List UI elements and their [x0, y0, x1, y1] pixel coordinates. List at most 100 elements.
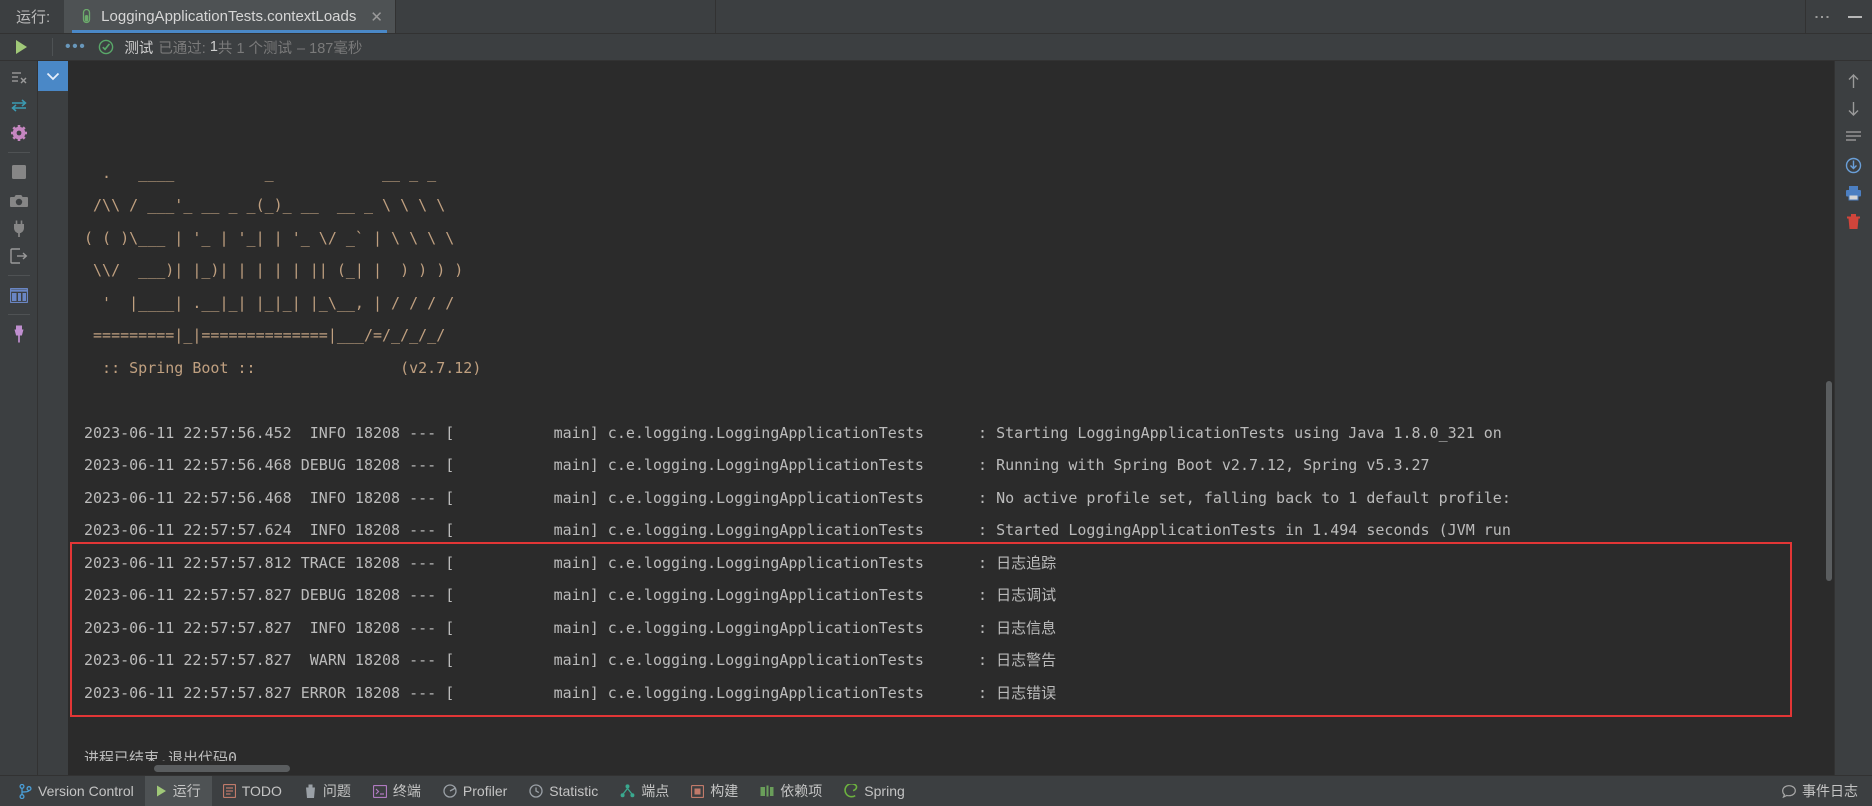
bottom-item-label: Spring	[864, 783, 905, 799]
scrollbar-thumb[interactable]	[154, 765, 290, 772]
branch-icon	[19, 783, 32, 799]
scroll-up-icon[interactable]	[1835, 67, 1872, 95]
console-banner-line: :: Spring Boot :: (v2.7.12)	[84, 358, 482, 377]
intellij-run-tool-window: 运行: LoggingApplicationTests.contextLoads…	[0, 0, 1872, 806]
total-tests: 共 1 个测试	[217, 40, 293, 57]
bottom-item-label: 构建	[710, 783, 739, 799]
bottom-item-dependencies[interactable]: 依赖项	[749, 776, 833, 806]
terminal-icon	[372, 784, 387, 798]
bottom-item-spring[interactable]: Spring	[833, 776, 915, 806]
divider	[7, 152, 30, 153]
bottom-item-terminal[interactable]: 终端	[362, 776, 432, 806]
dependencies-icon	[760, 785, 774, 798]
bottom-item-label: 端点	[641, 783, 670, 799]
bottom-item-run[interactable]: 运行	[144, 775, 212, 806]
event-log-icon	[1782, 784, 1796, 798]
bottom-item-label: 运行	[172, 783, 201, 799]
vertical-ellipsis-icon[interactable]: ⋮	[1813, 9, 1830, 25]
chevron-down-icon[interactable]	[38, 61, 68, 91]
console-banner-line: ( ( )\___ | '_ | '_| | '_ \/ _` | \ \ \ …	[84, 228, 455, 247]
bottom-item-label: TODO	[241, 783, 282, 799]
scroll-down-icon[interactable]	[1835, 95, 1872, 123]
bottom-item-label: Profiler	[462, 783, 508, 799]
duration: – 187毫秒	[297, 40, 363, 57]
tree-gutter-column	[38, 61, 68, 775]
screenshot-camera-icon[interactable]	[0, 186, 38, 214]
pin-icon[interactable]	[0, 320, 38, 348]
tab-strip-filler-1	[395, 0, 716, 33]
tab-strip: LoggingApplicationTests.contextLoads ✕	[64, 0, 1806, 33]
titlebar-actions: ⋮	[1806, 0, 1872, 33]
divider	[7, 275, 30, 276]
tests-word: 测试	[124, 40, 154, 57]
test-tube-icon	[80, 9, 93, 24]
tab-strip-filler-2	[715, 0, 1806, 33]
bottom-item-build[interactable]: 构建	[680, 776, 749, 806]
console-banner-line: \\/ ___)| |_)| | | | | || (_| | ) ) ) )	[84, 261, 464, 279]
console-log-line: 2023-06-11 22:57:56.452 INFO 18208 --- […	[84, 423, 1502, 442]
tab-label: LoggingApplicationTests.contextLoads	[101, 8, 357, 25]
test-result-summary: 测试 已通过: 1 共 1 个测试 – 187毫秒	[124, 37, 362, 58]
bottom-item-event-log[interactable]: 事件日志	[1782, 781, 1872, 801]
console-log-line: 2023-06-11 22:57:56.468 INFO 18208 --- […	[84, 488, 1511, 507]
tab-logging-application-tests[interactable]: LoggingApplicationTests.contextLoads ✕	[64, 0, 396, 33]
console-log-line: 2023-06-11 22:57:57.827 WARN 18208 --- […	[84, 651, 1057, 669]
clear-all-icon[interactable]	[1835, 207, 1872, 235]
bottom-item-label: 事件日志	[1802, 783, 1858, 799]
bottom-item-label: 问题	[322, 783, 351, 799]
bottom-item-statistic[interactable]: Statistic	[518, 776, 609, 806]
bottom-item-endpoints[interactable]: 端点	[609, 776, 680, 806]
console-horizontal-scrollbar[interactable]	[68, 761, 1834, 775]
soft-wrap-icon[interactable]	[1835, 123, 1872, 151]
problems-icon	[304, 784, 317, 799]
scrollbar-thumb[interactable]	[1826, 381, 1832, 581]
plug-connect-icon[interactable]	[0, 214, 38, 242]
console-banner-line: . ____ _ __ _ _	[84, 163, 437, 182]
run-play-icon	[156, 785, 167, 797]
bottom-item-label: Version Control	[38, 783, 134, 799]
profiler-icon	[443, 784, 457, 798]
spring-leaf-icon	[844, 784, 858, 798]
bottom-item-problems[interactable]: 问题	[293, 776, 362, 806]
console-output[interactable]: . ____ _ __ _ _ /\\ / ___'_ __ _ _(_)_ _…	[68, 61, 1834, 761]
console-banner-line: ' |____| .__|_| |_|_| |_\__, | / / / /	[84, 293, 455, 312]
build-icon	[691, 784, 705, 798]
passed-word: 已通过:	[158, 40, 206, 57]
statistic-clock-icon	[529, 784, 543, 798]
console-vertical-scrollbar[interactable]	[1824, 61, 1834, 761]
bottom-item-label: Statistic	[549, 783, 599, 799]
export-icon[interactable]	[0, 242, 38, 270]
print-icon[interactable]	[1835, 179, 1872, 207]
run-label: 运行:	[16, 9, 51, 26]
minimize-icon[interactable]	[1848, 15, 1862, 18]
settings-gear-icon[interactable]	[0, 119, 38, 147]
run-play-icon[interactable]	[0, 39, 42, 55]
bottom-item-label: 终端	[392, 783, 421, 799]
run-tool-window-titlebar: 运行: LoggingApplicationTests.contextLoads…	[0, 0, 1872, 34]
console-exit-line: 进程已结束,退出代码0	[84, 748, 238, 762]
console-log-line: 2023-06-11 22:57:57.812 TRACE 18208 --- …	[84, 553, 1057, 572]
console-banner-line: =========|_|==============|___/=/_/_/_/	[84, 326, 446, 344]
divider	[7, 314, 30, 315]
stop-icon[interactable]	[0, 158, 38, 186]
horizontal-ellipsis-icon[interactable]: •••	[63, 38, 88, 56]
tool-window-body: . ____ _ __ _ _ /\\ / ___'_ __ _ _(_)_ _…	[0, 61, 1872, 775]
divider	[52, 38, 53, 56]
passed-count: 1	[209, 39, 218, 55]
bottom-item-profiler[interactable]: Profiler	[432, 776, 518, 806]
console-log-line: 2023-06-11 22:57:57.827 ERROR 18208 --- …	[84, 683, 1057, 702]
rerun-failed-tests-icon[interactable]	[0, 63, 38, 91]
bottom-item-version-control[interactable]: Version Control	[8, 776, 145, 806]
toggle-auto-test-icon[interactable]	[0, 91, 38, 119]
bottom-item-todo[interactable]: TODO	[212, 776, 293, 806]
bottom-item-label: 依赖项	[780, 783, 823, 799]
layout-columns-icon[interactable]	[0, 281, 38, 309]
close-icon[interactable]: ✕	[370, 8, 383, 26]
console-log-line: 2023-06-11 22:57:57.827 DEBUG 18208 --- …	[84, 586, 1057, 604]
console-banner-line: /\\ / ___'_ __ _ _(_)_ __ __ _ \ \ \ \	[84, 196, 446, 214]
right-action-rail	[1834, 61, 1872, 775]
scroll-to-end-icon[interactable]	[1835, 151, 1872, 179]
